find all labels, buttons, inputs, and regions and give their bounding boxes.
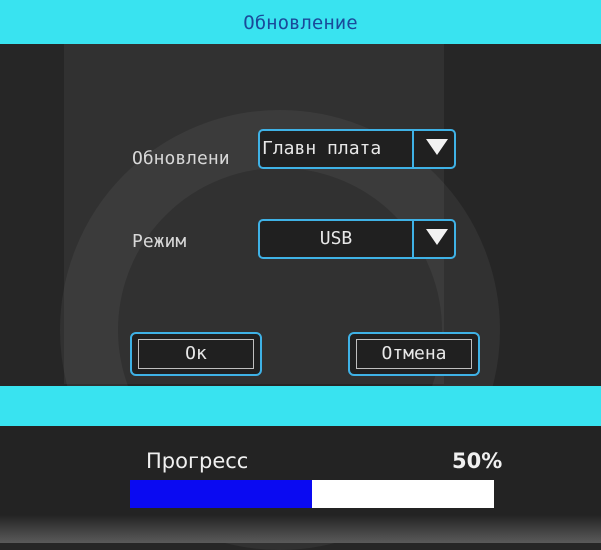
chevron-down-icon[interactable] <box>426 139 448 155</box>
select-divider <box>412 131 414 167</box>
progress-bar <box>130 480 494 508</box>
update-target-value: Главн плата <box>262 138 382 159</box>
mode-select[interactable]: USB <box>258 219 456 259</box>
cancel-button-label: Отмена <box>381 343 447 364</box>
update-target-select[interactable]: Главн плата <box>258 129 456 169</box>
progress-bar-fill <box>130 480 312 508</box>
progress-percent: 50% <box>452 449 503 473</box>
bottom-watermark <box>0 515 601 543</box>
update-label: Обновлени <box>132 148 230 169</box>
chevron-down-icon[interactable] <box>426 229 448 245</box>
cancel-button[interactable]: Отмена <box>348 332 480 376</box>
separator-bar <box>0 386 601 426</box>
ok-button[interactable]: Ок <box>130 332 262 376</box>
mode-label: Режим <box>132 231 187 252</box>
select-divider <box>412 221 414 257</box>
ok-button-label: Ок <box>185 343 207 364</box>
dialog-title: Обновление <box>243 12 358 34</box>
progress-label: Прогресс <box>146 449 249 473</box>
mode-value: USB <box>319 228 353 249</box>
